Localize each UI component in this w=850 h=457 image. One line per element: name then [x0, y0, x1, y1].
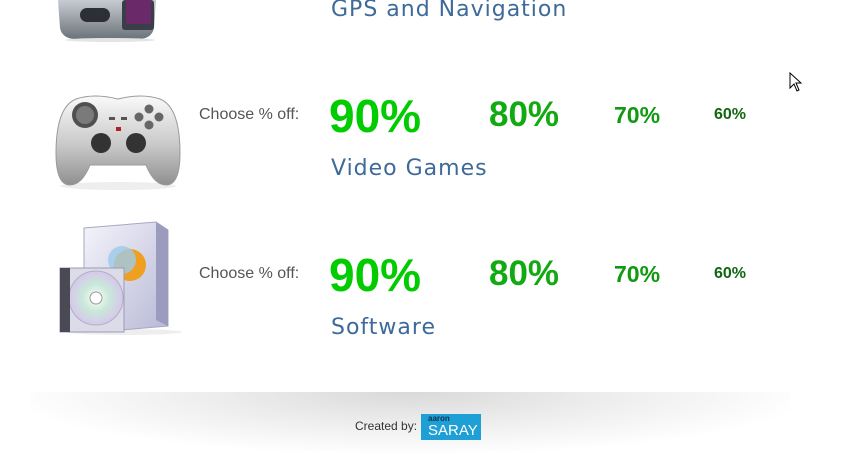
gamepad-icon [55, 95, 181, 190]
category-title: Video Games [331, 156, 488, 181]
logo-big-text: SARAY [428, 422, 478, 439]
discount-80-button[interactable]: 80% [489, 97, 559, 132]
choose-discount-label: Choose % off: [199, 106, 300, 123]
software-box-icon [59, 221, 182, 335]
discount-80-button[interactable]: 80% [489, 256, 559, 291]
created-by-label: Created by: [355, 419, 418, 433]
discount-60-button[interactable]: 60% [714, 266, 746, 282]
gps-device-icon [58, 0, 156, 42]
mouse-cursor-icon [789, 72, 803, 92]
author-logo[interactable]: aaron SARAY [421, 414, 481, 440]
discount-90-button[interactable]: 90% [329, 93, 421, 139]
discount-90-button[interactable]: 90% [329, 252, 421, 298]
category-title: GPS and Navigation [331, 0, 568, 22]
choose-discount-label: Choose % off: [199, 265, 300, 282]
discount-70-button[interactable]: 70% [614, 263, 660, 286]
discount-70-button[interactable]: 70% [614, 104, 660, 127]
discount-60-button[interactable]: 60% [714, 107, 746, 123]
category-title: Software [331, 315, 436, 340]
